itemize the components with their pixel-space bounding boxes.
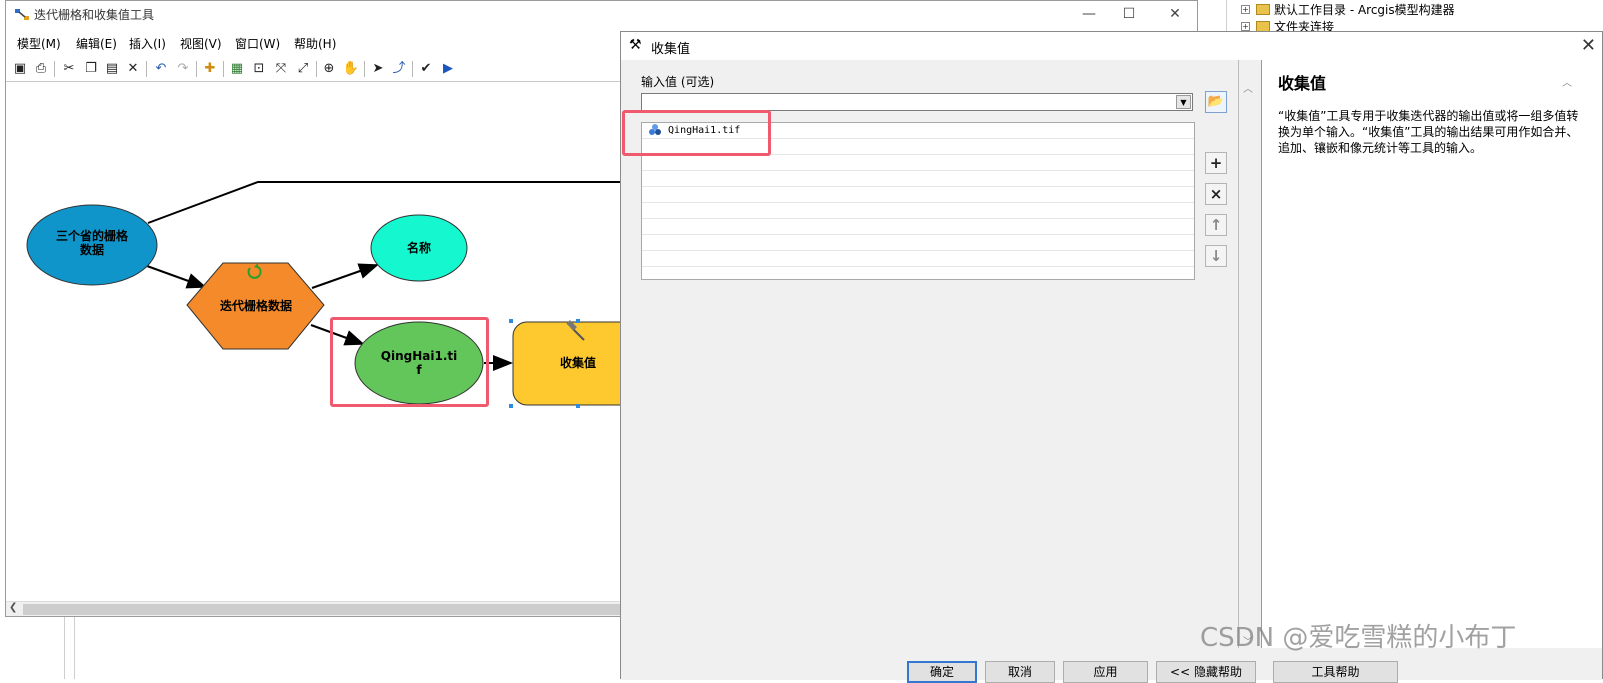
help-scroll-up-icon[interactable]: ︿ bbox=[1562, 74, 1572, 89]
catalog-tree: + 默认工作目录 - Arcgis模型构建器 + 文件夹连接 bbox=[1226, 0, 1603, 34]
selection-handle[interactable] bbox=[576, 319, 580, 323]
menu-view[interactable]: 视图(V) bbox=[180, 35, 222, 52]
zoom-in-icon[interactable]: ⊕ bbox=[320, 60, 338, 78]
connector-arrow bbox=[146, 265, 207, 289]
window-title: 迭代栅格和收集值工具 bbox=[34, 8, 155, 22]
node-iterator[interactable]: 迭代栅格数据 bbox=[186, 262, 325, 350]
full-extent-icon[interactable]: ⊡ bbox=[250, 60, 268, 78]
folder-open-icon: 📂 bbox=[1207, 94, 1225, 109]
hide-help-button[interactable]: << 隐藏帮助 bbox=[1156, 661, 1256, 683]
arrow-up-icon: ↑ bbox=[1209, 216, 1223, 234]
menu-help[interactable]: 帮助(H) bbox=[294, 35, 336, 52]
toolbar-separator bbox=[412, 61, 413, 77]
apply-button[interactable]: 应用 bbox=[1063, 661, 1148, 683]
dialog-title: 收集值 bbox=[651, 42, 691, 57]
print-icon[interactable]: ⎙ bbox=[32, 60, 50, 78]
list-item[interactable] bbox=[642, 155, 1194, 171]
help-title: 收集值 bbox=[1278, 74, 1327, 93]
menu-insert[interactable]: 插入(I) bbox=[129, 35, 166, 52]
toolbar-separator bbox=[364, 61, 365, 77]
help-panel: 收集值 “收集值”工具专用于收集迭代器的输出值或将一组多值转换为单个输入。“收集… bbox=[1261, 60, 1602, 648]
connector-line bbox=[147, 181, 626, 224]
move-down-button[interactable]: ↓ bbox=[1205, 245, 1227, 267]
dialog-title-bar: ⚒ 收集值 ✕ bbox=[621, 32, 1602, 60]
model-builder-icon bbox=[15, 9, 29, 20]
move-up-button[interactable]: ↑ bbox=[1205, 214, 1227, 236]
title-bar: 迭代栅格和收集值工具 — ☐ ✕ bbox=[6, 1, 1197, 29]
input-values-label: 输入值 (可选) bbox=[641, 75, 715, 89]
toolbar-separator bbox=[223, 61, 224, 77]
node-collect-values-label: 收集值 bbox=[560, 355, 596, 370]
tool-help-button[interactable]: 工具帮助 bbox=[1273, 661, 1398, 683]
scroll-up-icon[interactable]: ︿ bbox=[1243, 80, 1253, 95]
ok-button[interactable]: 确定 bbox=[907, 661, 977, 683]
copy-icon[interactable]: ❐ bbox=[82, 60, 100, 78]
catalog-item-label: 默认工作目录 - Arcgis模型构建器 bbox=[1274, 2, 1455, 17]
pan-icon[interactable]: ✋ bbox=[342, 60, 360, 78]
maximize-button[interactable]: ☐ bbox=[1106, 3, 1152, 27]
zoom-fixed-out-icon[interactable]: ⤢ bbox=[294, 60, 312, 78]
arrow-down-icon: ↓ bbox=[1209, 247, 1223, 265]
expand-icon[interactable]: + bbox=[1241, 21, 1250, 31]
node-iterator-label: 迭代栅格数据 bbox=[220, 298, 292, 313]
close-icon: × bbox=[1209, 185, 1223, 203]
redo-icon[interactable]: ↷ bbox=[174, 60, 192, 78]
node-name-label: 名称 bbox=[407, 240, 431, 255]
scrollbar-thumb[interactable] bbox=[23, 604, 623, 615]
menu-edit[interactable]: 编辑(E) bbox=[76, 35, 117, 52]
delete-icon[interactable]: ✕ bbox=[124, 60, 142, 78]
scroll-left-icon[interactable]: ❮ bbox=[9, 602, 17, 613]
run-icon[interactable]: ▶ bbox=[439, 60, 457, 78]
list-item[interactable] bbox=[642, 171, 1194, 187]
toolbar-separator bbox=[316, 61, 317, 77]
input-values-combo[interactable]: ▼ bbox=[641, 93, 1193, 111]
add-item-button[interactable]: + bbox=[1205, 152, 1227, 174]
folder-icon bbox=[1256, 20, 1270, 32]
menu-model[interactable]: 模型(M) bbox=[17, 35, 61, 52]
zoom-fixed-in-icon[interactable]: ⤧ bbox=[272, 60, 290, 78]
expand-icon[interactable]: + bbox=[1241, 4, 1250, 14]
folder-icon bbox=[1256, 3, 1270, 15]
chevron-down-icon[interactable]: ▼ bbox=[1176, 95, 1191, 109]
close-button[interactable]: ✕ bbox=[1152, 3, 1198, 27]
toolbar-separator bbox=[54, 61, 55, 77]
undo-icon[interactable]: ↶ bbox=[152, 60, 170, 78]
paste-icon[interactable]: ▤ bbox=[103, 60, 121, 78]
add-data-icon[interactable]: ✚ bbox=[201, 60, 219, 78]
connect-icon[interactable]: ⤴ bbox=[390, 60, 408, 78]
auto-layout-icon[interactable]: ▦ bbox=[228, 60, 246, 78]
node-input-data[interactable]: 三个省的栅格数据 bbox=[26, 204, 158, 286]
list-item[interactable] bbox=[642, 267, 1194, 283]
list-item[interactable] bbox=[642, 203, 1194, 219]
selection-handle[interactable] bbox=[509, 404, 513, 408]
remove-item-button[interactable]: × bbox=[1205, 183, 1227, 205]
list-item[interactable] bbox=[642, 251, 1194, 267]
save-icon[interactable]: ▣ bbox=[11, 60, 29, 78]
help-text: “收集值”工具专用于收集迭代器的输出值或将一组多值转换为单个输入。“收集值”工具… bbox=[1278, 109, 1579, 155]
toolbar-separator bbox=[146, 61, 147, 77]
node-name[interactable]: 名称 bbox=[370, 214, 468, 282]
background-window bbox=[0, 617, 75, 679]
selection-handle[interactable] bbox=[576, 404, 580, 408]
list-item[interactable] bbox=[642, 219, 1194, 235]
browse-folder-button[interactable]: 📂 bbox=[1205, 91, 1227, 113]
watermark: CSDN @爱吃雪糕的小布丁 bbox=[1200, 623, 1517, 653]
connector-arrow bbox=[311, 263, 379, 289]
select-icon[interactable]: ➤ bbox=[369, 60, 387, 78]
cut-icon[interactable]: ✂ bbox=[60, 60, 78, 78]
list-item[interactable] bbox=[642, 235, 1194, 251]
highlight-box bbox=[622, 110, 771, 156]
selection-handle[interactable] bbox=[509, 319, 513, 323]
cancel-button[interactable]: 取消 bbox=[985, 661, 1055, 683]
plus-icon: + bbox=[1209, 154, 1223, 172]
catalog-item-default-workspace[interactable]: + 默认工作目录 - Arcgis模型构建器 bbox=[1227, 1, 1455, 17]
menu-window[interactable]: 窗口(W) bbox=[235, 35, 280, 52]
validate-icon[interactable]: ✔ bbox=[417, 60, 435, 78]
list-item[interactable] bbox=[642, 187, 1194, 203]
highlight-box bbox=[330, 317, 489, 407]
toolbar-separator bbox=[196, 61, 197, 77]
hammer-icon: ⚒ bbox=[629, 37, 642, 53]
dialog-close-button[interactable]: ✕ bbox=[1581, 35, 1596, 56]
